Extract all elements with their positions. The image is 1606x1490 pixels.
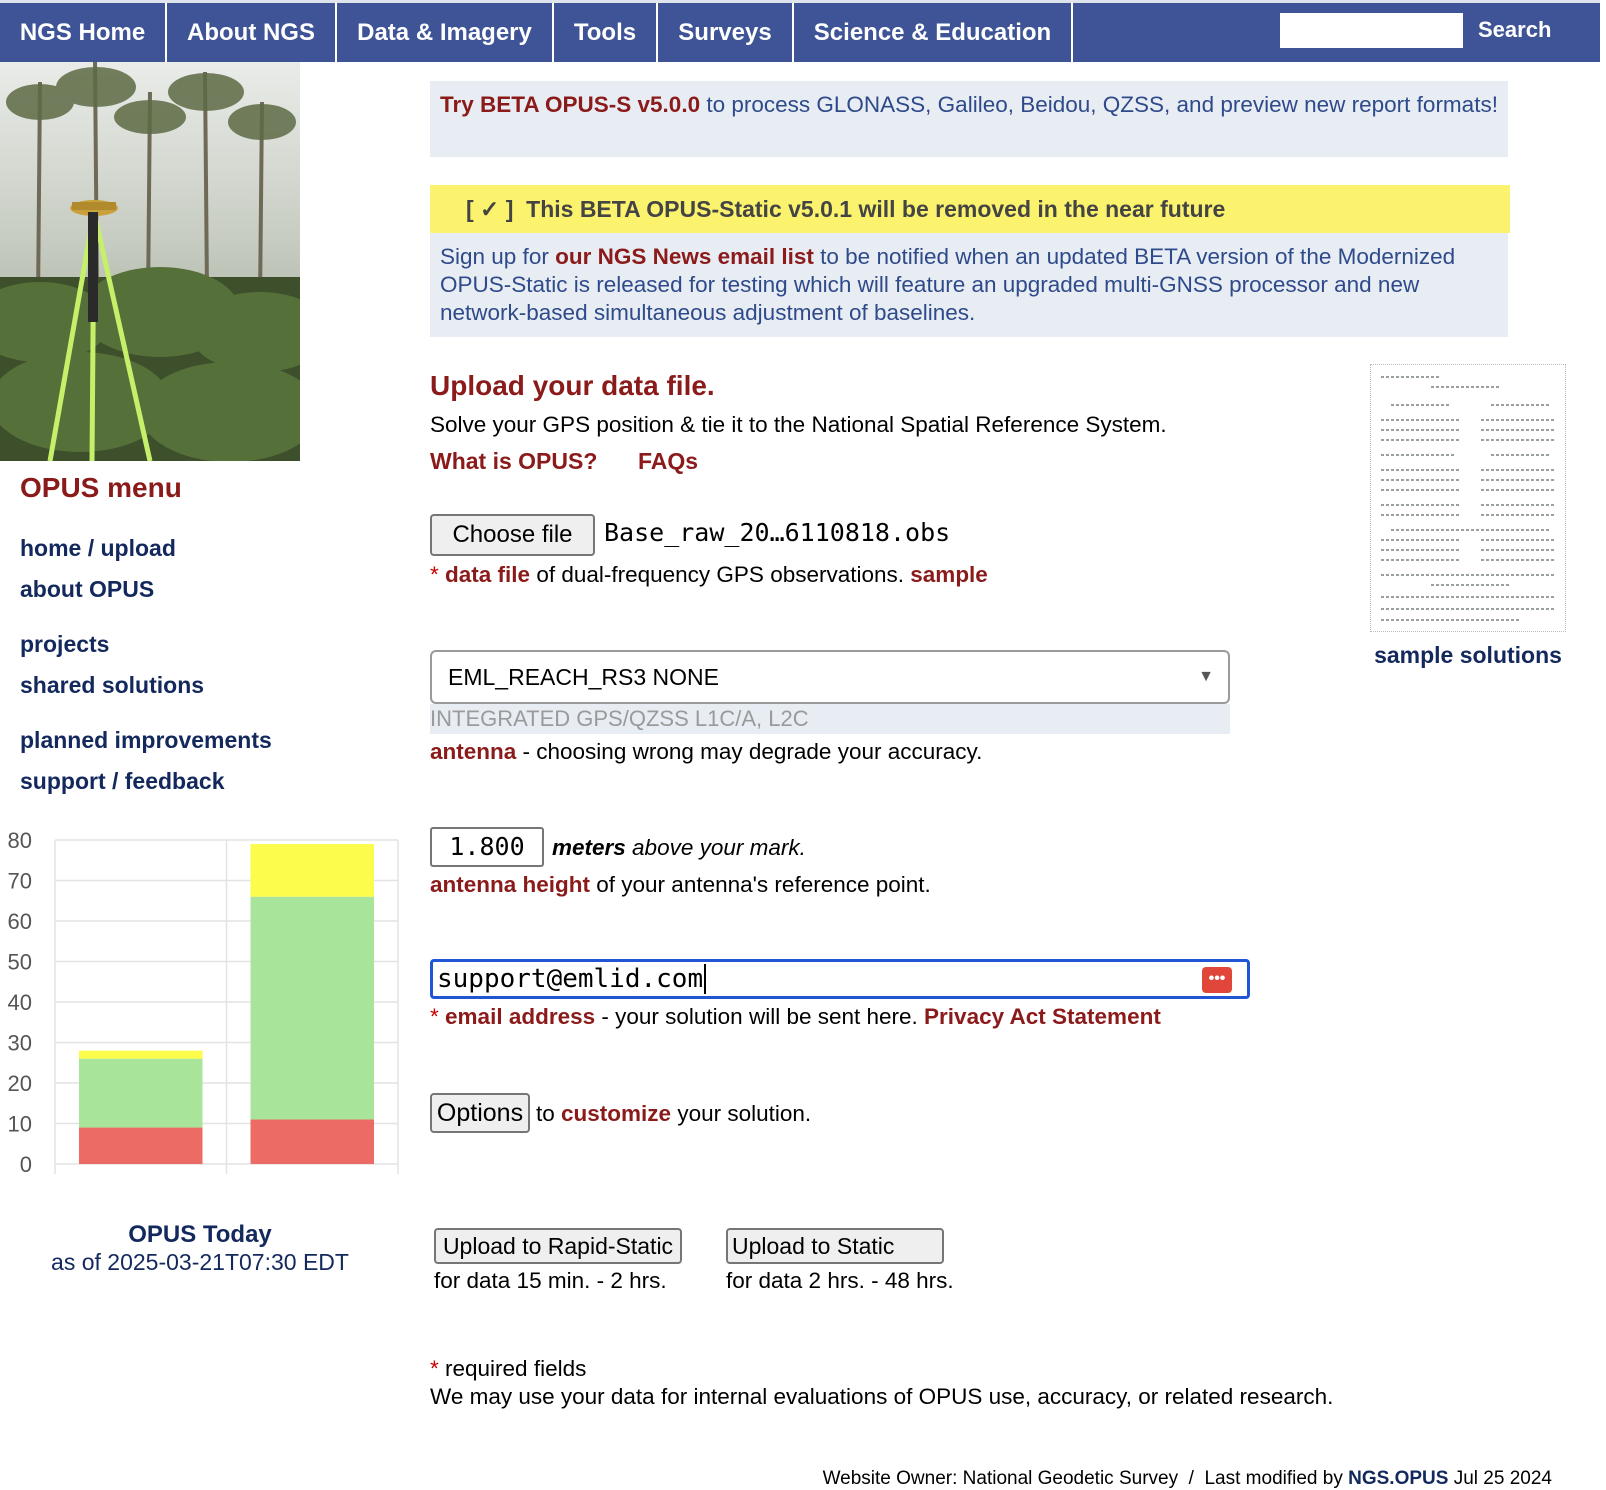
- height-unit: meters: [552, 835, 626, 860]
- chevron-down-icon: ▼: [1198, 668, 1214, 685]
- antenna-height-hint: of your antenna's reference point.: [590, 872, 931, 897]
- chart-title: OPUS Today: [128, 1221, 272, 1248]
- nav-tools[interactable]: Tools: [554, 3, 658, 62]
- y-tick-label-40: 40: [8, 990, 32, 1015]
- antenna-height-label[interactable]: antenna height: [430, 872, 590, 897]
- nav-science-education[interactable]: Science & Education: [794, 3, 1073, 62]
- static-hint: for data 2 hrs. - 48 hrs.: [726, 1268, 954, 1293]
- options-pre-text: to: [536, 1101, 562, 1126]
- upload-subtitle: Solve your GPS position & tie it to the …: [430, 412, 1167, 437]
- nav-surveys[interactable]: Surveys: [658, 3, 794, 62]
- upload-static-button[interactable]: Upload to Static: [726, 1228, 944, 1264]
- antenna-height-input[interactable]: 1.800: [430, 827, 544, 867]
- antenna-selected-value: EML_REACH_RS3 NONE: [448, 664, 719, 690]
- email-input[interactable]: support@emlid.com: [430, 959, 1250, 999]
- data-file-desc: of dual-frequency GPS observations.: [530, 562, 911, 587]
- nav-data-imagery[interactable]: Data & Imagery: [337, 3, 554, 62]
- chart-subtitle: as of 2025-03-21T07:30 EDT: [51, 1249, 349, 1275]
- upload-heading: Upload your data file.: [430, 370, 715, 401]
- sidebar-link-home-upload[interactable]: home / upload: [20, 535, 176, 562]
- news-pre-text: Sign up for: [440, 244, 556, 269]
- sample-solution-thumbnail[interactable]: [1370, 364, 1566, 632]
- y-tick-label-30: 30: [8, 1031, 32, 1056]
- beta-opus-text: to process GLONASS, Galileo, Beidou, QZS…: [700, 92, 1498, 117]
- footer-asterisk: *: [430, 1356, 439, 1381]
- search-input[interactable]: [1280, 13, 1463, 48]
- antenna-description: INTEGRATED GPS/QZSS L1C/A, L2C: [430, 704, 1230, 734]
- password-manager-icon[interactable]: •••: [1202, 967, 1232, 993]
- antenna-hint: - choosing wrong may degrade your accura…: [516, 739, 983, 764]
- upload-rapid-static-button[interactable]: Upload to Rapid-Static: [434, 1228, 682, 1264]
- y-tick-label-20: 20: [8, 1071, 32, 1096]
- bar-0-segment-2: [79, 1050, 203, 1059]
- chart-y-ticks: 0 10 20 30 40 50 60 70 80: [8, 828, 32, 1177]
- bar-0-segment-1: [79, 1058, 203, 1128]
- y-tick-label-10: 10: [8, 1112, 32, 1137]
- sample-link[interactable]: sample: [910, 562, 988, 587]
- y-tick-label-50: 50: [8, 950, 32, 975]
- bar-0-segment-0: [79, 1127, 203, 1164]
- beta-opus-banner: Try BETA OPUS-S v5.0.0 to process GLONAS…: [430, 81, 1508, 157]
- news-signup-box: Sign up for our NGS News email list to b…: [430, 233, 1508, 337]
- faqs-link[interactable]: FAQs: [638, 448, 698, 475]
- text-cursor: [704, 964, 707, 994]
- sidebar-link-support-feedback[interactable]: support / feedback: [20, 768, 224, 795]
- y-tick-label-70: 70: [8, 869, 32, 894]
- sidebar-link-shared-solutions[interactable]: shared solutions: [20, 672, 204, 699]
- sample-solutions-link[interactable]: sample solutions: [1370, 642, 1566, 669]
- sidebar-link-about-opus[interactable]: about OPUS: [20, 576, 154, 603]
- height-unit-suffix: above your mark.: [625, 835, 806, 860]
- gnss-tripod-photo: [0, 62, 300, 461]
- data-file-label[interactable]: data file: [445, 562, 530, 587]
- required-fields-note: required fields: [438, 1356, 587, 1381]
- news-email-list-link[interactable]: our NGS News email list: [555, 244, 814, 269]
- customize-link[interactable]: customize: [561, 1101, 671, 1126]
- opus-menu-title: OPUS menu: [20, 472, 182, 503]
- required-asterisk: *: [430, 562, 439, 587]
- options-button[interactable]: Options: [430, 1093, 530, 1133]
- privacy-act-link[interactable]: Privacy Act Statement: [924, 1004, 1161, 1029]
- selected-file-name: Base_raw_20…6110818.obs: [604, 518, 951, 547]
- nav-ngs-home[interactable]: NGS Home: [0, 3, 167, 62]
- email-required-asterisk: *: [430, 1004, 439, 1029]
- email-address-label[interactable]: email address: [445, 1004, 595, 1029]
- sidebar-link-planned-improvements[interactable]: planned improvements: [20, 727, 272, 754]
- antenna-select[interactable]: EML_REACH_RS3 NONE ▼: [430, 650, 1230, 704]
- options-post-text: your solution.: [671, 1101, 812, 1126]
- opus-today-chart: 01020304050607080 Rapid-StaticStatic: [8, 828, 399, 1177]
- search-button[interactable]: Search: [1478, 17, 1551, 43]
- y-tick-label-0: 0: [20, 1152, 32, 1177]
- antenna-label[interactable]: antenna: [430, 739, 516, 764]
- y-tick-label-80: 80: [8, 828, 32, 853]
- y-tick-label-60: 60: [8, 909, 32, 934]
- nav-about-ngs[interactable]: About NGS: [167, 3, 337, 62]
- data-usage-note: We may use your data for internal evalua…: [430, 1384, 1334, 1409]
- removal-notice: [ ✓ ] This BETA OPUS-Static v5.0.1 will …: [430, 185, 1510, 233]
- email-value: support@emlid.com: [437, 964, 704, 994]
- removal-notice-text: This BETA OPUS-Static v5.0.1 will be rem…: [526, 196, 1226, 222]
- rapid-static-hint: for data 15 min. - 2 hrs.: [434, 1268, 667, 1293]
- bar-1-segment-2: [250, 844, 374, 897]
- bar-1-segment-1: [250, 896, 374, 1120]
- check-icon: [ ✓ ]: [466, 196, 514, 222]
- sidebar-link-projects[interactable]: projects: [20, 631, 109, 658]
- email-hint: - your solution will be sent here.: [595, 1004, 925, 1029]
- bar-1-segment-0: [250, 1119, 374, 1164]
- what-is-opus-link[interactable]: What is OPUS?: [430, 448, 597, 475]
- beta-opus-link[interactable]: Try BETA OPUS-S v5.0.0: [440, 92, 700, 117]
- choose-file-button[interactable]: Choose file: [430, 514, 595, 556]
- top-navigation-bar: NGS Home About NGS Data & Imagery Tools …: [0, 0, 1600, 62]
